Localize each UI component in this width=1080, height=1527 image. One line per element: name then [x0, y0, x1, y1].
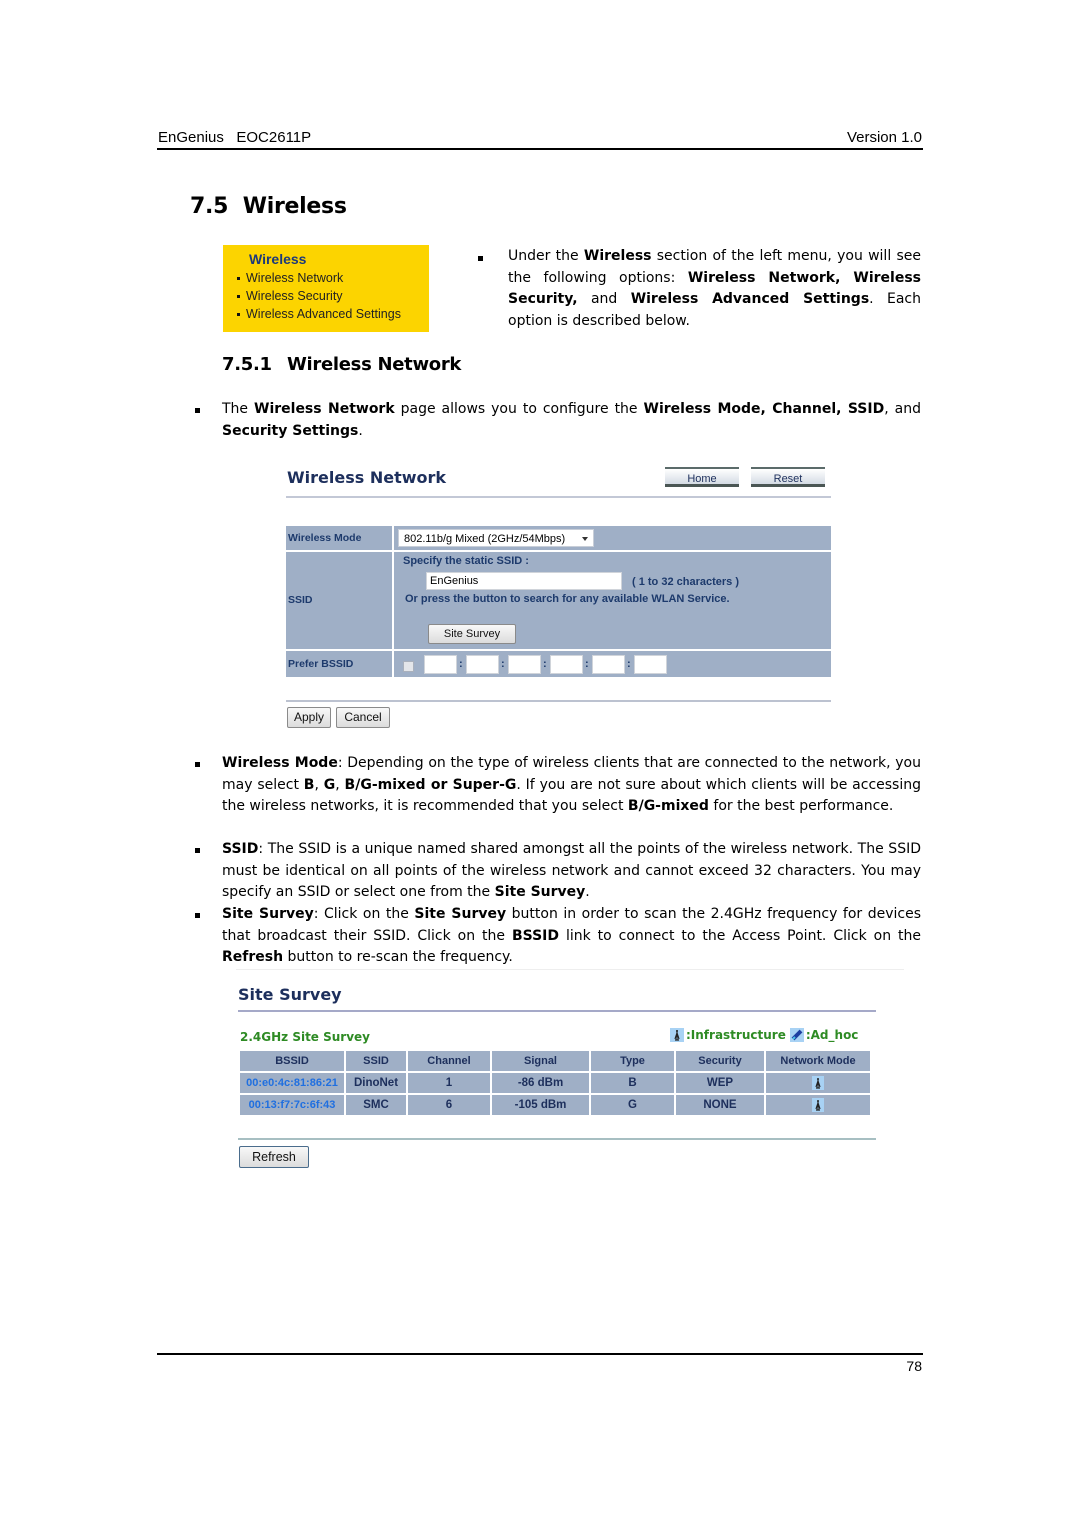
wireless-network-page-title: Wireless Network: [287, 468, 447, 487]
ssid-label: SSID: [286, 552, 394, 649]
wireless-menu-image: Wireless Wireless Network Wireless Secur…: [223, 245, 429, 332]
infrastructure-legend-label: :Infrastructure: [686, 1028, 786, 1042]
prefer-bssid-checkbox[interactable]: [403, 661, 414, 672]
bssid-octet-input[interactable]: [466, 655, 499, 674]
channel-cell: 1: [408, 1073, 490, 1093]
network-mode-cell: [766, 1073, 870, 1093]
site-survey-subtitle: 2.4GHz Site Survey: [240, 1030, 371, 1044]
column-header-bssid: BSSID: [240, 1051, 344, 1071]
type-cell: B: [591, 1073, 674, 1093]
wireless-mode-value: 802.11b/g Mixed (2GHz/54Mbps): [404, 533, 566, 545]
signal-cell: -86 dBm: [492, 1073, 589, 1093]
menu-item-label: Wireless Advanced Settings: [246, 307, 401, 321]
ssid-row: SSID Specify the static SSID : EnGenius …: [286, 552, 831, 649]
bullet-icon: [478, 256, 483, 261]
prefer-bssid-row: Prefer BSSID : : : : :: [286, 651, 831, 677]
section-title: 7.5 Wireless: [190, 194, 347, 219]
title-divider: [286, 496, 831, 498]
ssid-cell: SMC: [346, 1095, 406, 1115]
menu-title: Wireless: [249, 251, 307, 267]
octet-separator: :: [459, 658, 463, 670]
site-survey-page-title: Site Survey: [238, 985, 342, 1004]
ssid-length-hint: ( 1 to 32 characters ): [632, 576, 739, 588]
apply-button[interactable]: Apply: [287, 707, 331, 728]
bullet-icon: [195, 848, 200, 853]
channel-cell: 6: [408, 1095, 490, 1115]
page-number: 78: [906, 1358, 922, 1374]
home-button[interactable]: Home: [665, 467, 739, 487]
doc-header-version: Version 1.0: [846, 129, 922, 146]
adhoc-icon: [789, 1028, 804, 1042]
network-mode-cell: [766, 1095, 870, 1115]
title-divider: [238, 1010, 876, 1012]
doc-header-product: EnGenius EOC2611P: [158, 129, 312, 146]
bssid-octet-input[interactable]: [508, 655, 541, 674]
network-mode-legend: :Infrastructure :Ad_hoc: [670, 1028, 858, 1042]
reset-button[interactable]: Reset: [751, 467, 825, 487]
table-divider: [238, 1138, 876, 1140]
subsection-title: 7.5.1 Wireless Network: [222, 354, 462, 375]
intro-paragraph: Under the Wireless section of the left m…: [508, 248, 921, 329]
table-row: 00:e0:4c:81:86:21 DinoNet 1 -86 dBm B WE…: [240, 1073, 870, 1093]
footer-divider: [157, 1353, 923, 1355]
menu-item-wireless-security[interactable]: Wireless Security: [237, 289, 343, 303]
infrastructure-icon: [812, 1076, 824, 1090]
wireless-mode-select[interactable]: 802.11b/g Mixed (2GHz/54Mbps): [398, 529, 594, 547]
octet-separator: :: [585, 658, 589, 670]
octet-separator: :: [543, 658, 547, 670]
bssid-octet-input[interactable]: [550, 655, 583, 674]
octet-separator: :: [501, 658, 505, 670]
site-survey-description: Site Survey: Click on the Site Survey bu…: [222, 906, 921, 965]
bssid-octet-input[interactable]: [634, 655, 667, 674]
header-divider: [157, 148, 923, 150]
prefer-bssid-label: Prefer BSSID: [286, 651, 394, 677]
security-cell: NONE: [676, 1095, 764, 1115]
bssid-link[interactable]: 00:e0:4c:81:86:21: [240, 1073, 344, 1093]
menu-item-wireless-network[interactable]: Wireless Network: [237, 271, 343, 285]
column-header-network-mode: Network Mode: [766, 1051, 870, 1071]
wireless-mode-label: Wireless Mode: [286, 526, 394, 550]
ssid-cell: DinoNet: [346, 1073, 406, 1093]
menu-item-wireless-advanced[interactable]: Wireless Advanced Settings: [237, 307, 401, 321]
column-header-channel: Channel: [408, 1051, 490, 1071]
column-header-signal: Signal: [492, 1051, 589, 1071]
bssid-octet-input[interactable]: [592, 655, 625, 674]
security-cell: WEP: [676, 1073, 764, 1093]
adhoc-legend-label: :Ad_hoc: [805, 1028, 859, 1042]
ssid-search-text: Or press the button to search for any av…: [405, 593, 730, 605]
bullet-icon: [237, 313, 240, 317]
bullet-icon: [237, 277, 240, 281]
bullet-icon: [195, 913, 200, 918]
bullet-icon: [237, 295, 240, 299]
infrastructure-icon: [812, 1098, 824, 1112]
refresh-button[interactable]: Refresh: [239, 1146, 309, 1168]
wireless-mode-row: Wireless Mode 802.11b/g Mixed (2GHz/54Mb…: [286, 526, 831, 550]
column-header-security: Security: [676, 1051, 764, 1071]
ssid-input[interactable]: EnGenius: [426, 572, 622, 590]
infrastructure-icon: [670, 1028, 684, 1042]
bssid-octet-input[interactable]: [424, 655, 457, 674]
table-header-row: BSSID SSID Channel Signal Type Security …: [240, 1051, 870, 1071]
site-survey-button[interactable]: Site Survey: [428, 624, 516, 644]
bssid-link[interactable]: 00:13:f7:7c:6f:43: [240, 1095, 344, 1115]
table-row: 00:13:f7:7c:6f:43 SMC 6 -105 dBm G NONE: [240, 1095, 870, 1115]
cancel-button[interactable]: Cancel: [336, 707, 390, 728]
wireless-network-intro: The Wireless Network page allows you to …: [222, 401, 921, 439]
type-cell: G: [591, 1095, 674, 1115]
bullet-icon: [195, 762, 200, 767]
screenshot-edge: [236, 969, 904, 970]
form-divider: [286, 700, 831, 702]
wireless-mode-description: Wireless Mode: Depending on the type of …: [222, 755, 922, 814]
chevron-down-icon: [582, 537, 588, 541]
menu-item-label: Wireless Network: [246, 271, 344, 285]
menu-item-label: Wireless Security: [246, 289, 343, 303]
site-survey-table: BSSID SSID Channel Signal Type Security …: [238, 1049, 872, 1117]
ssid-prompt: Specify the static SSID :: [403, 555, 529, 567]
octet-separator: :: [627, 658, 631, 670]
column-header-ssid: SSID: [346, 1051, 406, 1071]
column-header-type: Type: [591, 1051, 674, 1071]
ssid-description: SSID: The SSID is a unique named shared …: [222, 841, 921, 900]
bullet-icon: [195, 408, 200, 413]
signal-cell: -105 dBm: [492, 1095, 589, 1115]
